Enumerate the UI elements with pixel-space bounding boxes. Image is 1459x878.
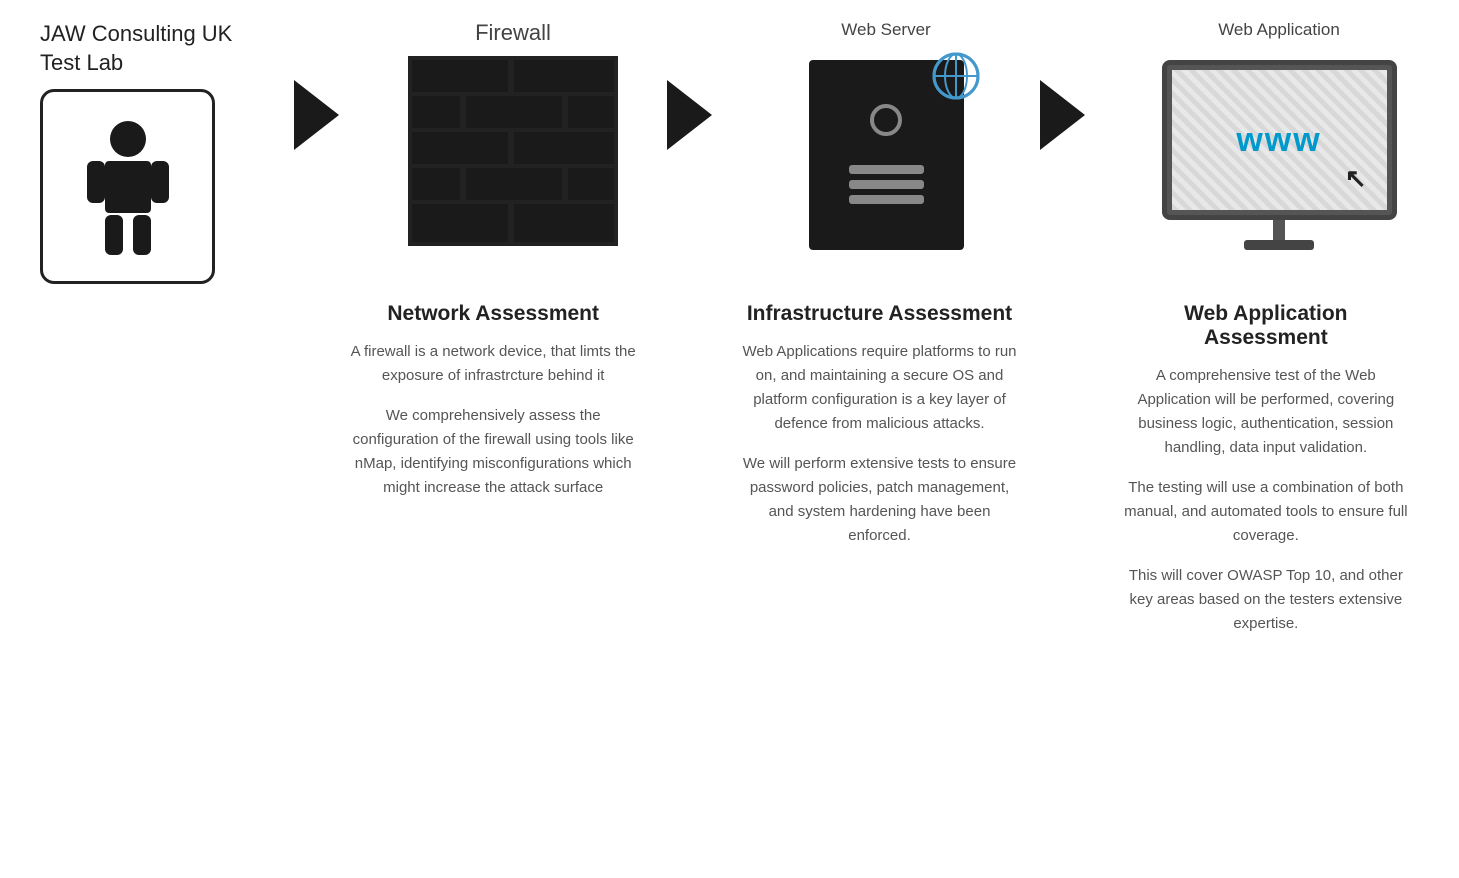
cursor-icon: ↖ xyxy=(1345,163,1367,194)
arrow-2 xyxy=(660,80,740,150)
person-box xyxy=(40,89,215,284)
www-text: www xyxy=(1236,121,1321,160)
brand-line2: Test Lab xyxy=(40,50,123,75)
webserver-icon-wrap xyxy=(809,60,964,255)
webapp-assessment-col: Web Application Assessment A comprehensi… xyxy=(1113,302,1419,652)
brand-line1: JAW Consulting UK xyxy=(40,21,232,46)
network-assessment-title: Network Assessment xyxy=(387,302,599,326)
monitor-icon: www ↖ xyxy=(1159,60,1399,250)
arrow-chevron-3 xyxy=(1040,80,1105,150)
webserver-column: Web Server xyxy=(766,20,1006,255)
firewall-column: Firewall xyxy=(393,20,633,246)
webserver-label: Web Server xyxy=(841,20,930,50)
person-icon xyxy=(83,117,173,257)
infra-assessment-col: Infrastructure Assessment Web Applicatio… xyxy=(726,302,1032,564)
webapp-column: Web Application www ↖ xyxy=(1139,20,1419,250)
firewall-icon xyxy=(408,56,618,246)
arrow-chevron-2 xyxy=(667,80,732,150)
network-assessment-col: Network Assessment A firewall is a netwo… xyxy=(340,302,646,516)
brand-label: JAW Consulting UK Test Lab xyxy=(40,20,232,77)
infra-assessment-p2: We will perform extensive tests to ensur… xyxy=(736,452,1022,548)
arrow-chevron-1 xyxy=(294,80,359,150)
monitor-screen: www ↖ xyxy=(1172,70,1387,210)
webapp-label: Web Application xyxy=(1218,20,1340,50)
assessment-row: Network Assessment A firewall is a netwo… xyxy=(30,302,1429,652)
network-assessment-p2: We comprehensively assess the configurat… xyxy=(350,404,636,500)
page: JAW Consulting UK Test Lab xyxy=(0,0,1459,878)
arrow-3 xyxy=(1033,80,1113,150)
webapp-assessment-p2: The testing will use a combination of bo… xyxy=(1123,476,1409,548)
monitor-frame: www ↖ xyxy=(1162,60,1397,220)
network-assessment-p1: A firewall is a network device, that lim… xyxy=(350,340,636,388)
monitor-base xyxy=(1244,240,1314,250)
firewall-label: Firewall xyxy=(475,20,551,46)
test-lab-column: JAW Consulting UK Test Lab xyxy=(40,20,260,284)
globe-icon xyxy=(930,50,982,102)
webapp-assessment-title: Web Application Assessment xyxy=(1123,302,1409,350)
webapp-assessment-p3: This will cover OWASP Top 10, and other … xyxy=(1123,564,1409,636)
monitor-stand xyxy=(1273,220,1285,240)
webapp-assessment-p1: A comprehensive test of the Web Applicat… xyxy=(1123,364,1409,460)
infra-assessment-p1: Web Applications require platforms to ru… xyxy=(736,340,1022,436)
arrow-1 xyxy=(287,80,367,150)
infra-assessment-title: Infrastructure Assessment xyxy=(747,302,1012,326)
icon-row: JAW Consulting UK Test Lab xyxy=(30,20,1429,284)
